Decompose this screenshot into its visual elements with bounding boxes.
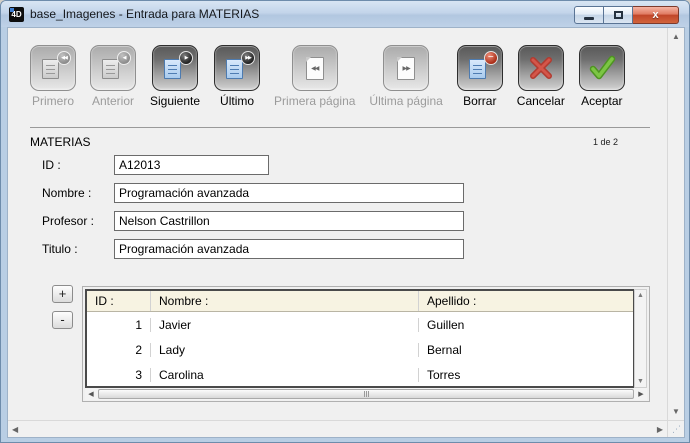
- add-row-button[interactable]: +: [52, 285, 73, 303]
- first-page-label: Primera página: [274, 94, 355, 108]
- nombre-label: Nombre :: [42, 186, 114, 200]
- cell-nombre: Javier: [151, 318, 419, 332]
- delete-record-label: Borrar: [463, 94, 496, 108]
- cell-apellido: Bernal: [419, 343, 633, 357]
- toolbar-item-ultimo: ▶▶ Último: [214, 45, 260, 108]
- scroll-up-icon[interactable]: ▲: [635, 292, 646, 299]
- column-header-id[interactable]: ID :: [87, 291, 151, 311]
- scroll-left-icon[interactable]: ◀: [12, 425, 18, 434]
- first-record-button[interactable]: ◀◀: [30, 45, 76, 91]
- titulo-input[interactable]: [114, 239, 464, 259]
- field-row-titulo: Titulo :: [42, 239, 464, 259]
- toolbar-item-anterior: ◀ Anterior: [90, 45, 136, 108]
- table-horizontal-scrollbar[interactable]: ◀ ▶: [85, 388, 647, 400]
- table-row[interactable]: 3 Carolina Torres: [87, 362, 633, 387]
- subform-table-container: ID : Nombre : Apellido : 1 Javier Guille…: [82, 286, 650, 402]
- record-first-icon: ◀◀: [37, 52, 69, 84]
- nombre-input[interactable]: [114, 183, 464, 203]
- record-delete-icon: −: [464, 52, 496, 84]
- last-record-button[interactable]: ▶▶: [214, 45, 260, 91]
- maximize-icon: [614, 11, 623, 19]
- subform-table: ID : Nombre : Apellido : 1 Javier Guille…: [85, 289, 634, 388]
- last-page-button[interactable]: ▶▶: [383, 45, 429, 91]
- resize-grip-icon: ⋰: [672, 424, 681, 435]
- cell-apellido: Guillen: [419, 318, 633, 332]
- resize-grip[interactable]: ⋰: [667, 420, 684, 437]
- cell-nombre: Carolina: [151, 368, 419, 382]
- close-icon: x: [652, 9, 658, 21]
- close-button[interactable]: x: [633, 6, 679, 24]
- cell-nombre: Lady: [151, 343, 419, 357]
- app-window: 4D base_Imagenes - Entrada para MATERIAS…: [0, 0, 690, 443]
- window-vertical-scrollbar[interactable]: ▲ ▼: [667, 28, 684, 420]
- field-row-profesor: Profesor :: [42, 211, 464, 231]
- window-controls: x: [574, 6, 679, 24]
- cell-id: 3: [87, 368, 151, 382]
- profesor-input[interactable]: [114, 211, 464, 231]
- record-last-icon: ▶▶: [221, 52, 253, 84]
- last-page-label: Última página: [369, 94, 442, 108]
- remove-row-button[interactable]: -: [52, 311, 73, 329]
- previous-record-button[interactable]: ◀: [90, 45, 136, 91]
- window-title: base_Imagenes - Entrada para MATERIAS: [30, 7, 259, 21]
- scroll-down-icon[interactable]: ▼: [635, 378, 646, 385]
- toolbar-item-borrar: − Borrar: [457, 45, 503, 108]
- minimize-icon: [584, 17, 594, 20]
- app-icon: 4D: [9, 7, 24, 22]
- toolbar-item-cancelar: Cancelar: [517, 45, 565, 108]
- scroll-up-icon[interactable]: ▲: [668, 32, 684, 41]
- scroll-right-icon[interactable]: ▶: [657, 425, 663, 434]
- scroll-left-icon[interactable]: ◀: [85, 390, 97, 398]
- cancel-label: Cancelar: [517, 94, 565, 108]
- toolbar-item-primero: ◀◀ Primero: [30, 45, 76, 108]
- record-next-icon: ▶: [159, 52, 191, 84]
- toolbar-separator: [30, 127, 650, 128]
- cell-id: 1: [87, 318, 151, 332]
- scrollbar-thumb[interactable]: [98, 389, 634, 399]
- toolbar: ◀◀ Primero ◀ Anterior: [30, 45, 625, 108]
- column-header-nombre[interactable]: Nombre :: [151, 291, 419, 311]
- form-area: ◀◀ Primero ◀ Anterior: [8, 28, 667, 420]
- section-title: MATERIAS: [30, 135, 90, 149]
- cell-id: 2: [87, 343, 151, 357]
- page-last-icon: ▶▶: [397, 57, 415, 80]
- accept-button[interactable]: [579, 45, 625, 91]
- first-record-label: Primero: [32, 94, 74, 108]
- cell-apellido: Torres: [419, 368, 633, 382]
- table-row[interactable]: 1 Javier Guillen: [87, 312, 633, 337]
- maximize-button[interactable]: [604, 6, 633, 24]
- page-first-icon: ◀◀: [306, 57, 324, 80]
- toolbar-item-siguiente: ▶ Siguiente: [150, 45, 200, 108]
- window-horizontal-scrollbar[interactable]: ◀ ▶: [8, 420, 667, 437]
- last-record-label: Último: [220, 94, 254, 108]
- toolbar-item-primera-pagina: ◀◀ Primera página: [274, 45, 355, 108]
- scroll-down-icon[interactable]: ▼: [668, 407, 684, 416]
- first-page-button[interactable]: ◀◀: [292, 45, 338, 91]
- column-header-apellido[interactable]: Apellido :: [419, 291, 633, 311]
- cancel-button[interactable]: [518, 45, 564, 91]
- profesor-label: Profesor :: [42, 214, 114, 228]
- accept-label: Aceptar: [581, 94, 622, 108]
- table-row[interactable]: 2 Lady Bernal: [87, 337, 633, 362]
- record-previous-icon: ◀: [97, 52, 129, 84]
- next-record-label: Siguiente: [150, 94, 200, 108]
- window-content: ◀◀ Primero ◀ Anterior: [7, 27, 685, 438]
- table-vertical-scrollbar[interactable]: ▲ ▼: [634, 289, 647, 388]
- accept-icon: [587, 53, 617, 83]
- minimize-button[interactable]: [574, 6, 604, 24]
- id-input[interactable]: [114, 155, 269, 175]
- field-row-nombre: Nombre :: [42, 183, 464, 203]
- field-row-id: ID :: [42, 155, 269, 175]
- cancel-icon: [526, 53, 556, 83]
- previous-record-label: Anterior: [92, 94, 134, 108]
- toolbar-item-aceptar: Aceptar: [579, 45, 625, 108]
- next-record-button[interactable]: ▶: [152, 45, 198, 91]
- table-header: ID : Nombre : Apellido :: [87, 291, 633, 312]
- id-label: ID :: [42, 158, 114, 172]
- delete-record-button[interactable]: −: [457, 45, 503, 91]
- toolbar-item-ultima-pagina: ▶▶ Última página: [369, 45, 442, 108]
- record-counter: 1 de 2: [593, 137, 618, 147]
- titulo-label: Titulo :: [42, 242, 114, 256]
- scroll-right-icon[interactable]: ▶: [635, 390, 647, 398]
